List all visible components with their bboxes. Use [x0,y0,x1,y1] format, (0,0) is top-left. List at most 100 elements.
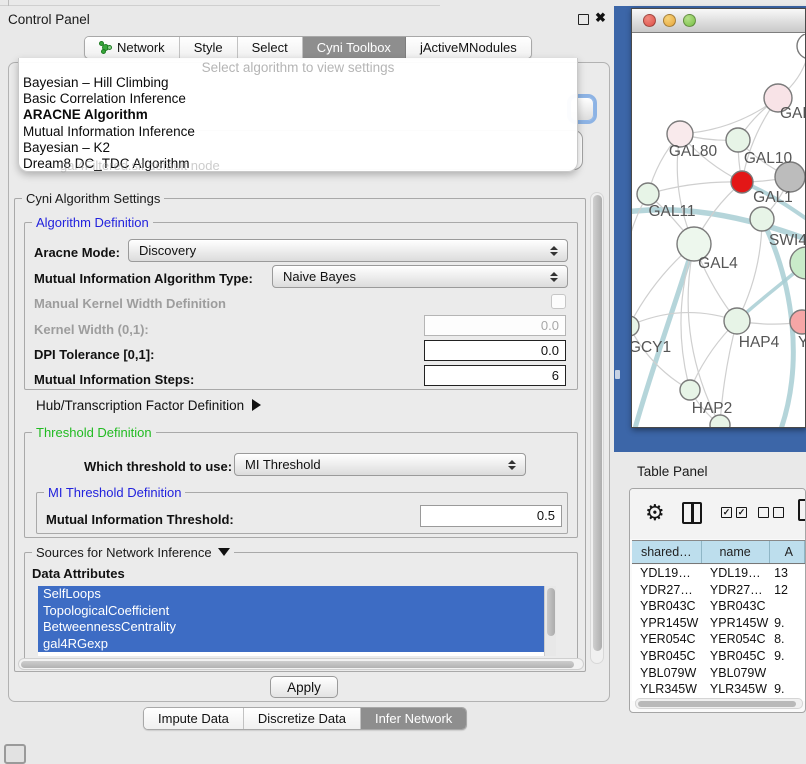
tab-discretize-data[interactable]: Discretize Data [244,708,361,729]
docked-panel-icon[interactable] [4,744,26,764]
data-attribute-item[interactable]: BetweennessCentrality [38,619,556,636]
mi-threshold-input[interactable]: 0.5 [420,505,562,527]
network-node-label: GCY1 [632,339,671,356]
network-graph-canvas[interactable]: GALGAL80GAL10GAL1GAL11SWI4GAL4HAP4YGCY1H… [632,34,806,428]
data-attributes-list[interactable]: SelfLoopsTopologicalCoefficientBetweenne… [38,586,556,656]
network-edge-strong[interactable] [634,244,694,428]
tab-style[interactable]: Style [180,37,238,58]
network-node-label: GAL1 [753,189,793,206]
network-node[interactable] [726,128,750,152]
table-row[interactable]: YBL079WYBL079W [632,665,805,682]
network-window-titlebar[interactable] [632,9,805,33]
column-header[interactable]: shared… [632,541,702,563]
table-cell [770,665,805,682]
network-selector-ghost-text: gal4Filtered.sif default node [60,158,220,173]
network-edge[interactable] [737,219,762,321]
column-header[interactable]: A [770,541,805,563]
aracne-mode-select[interactable]: Discovery [128,239,568,262]
scrollbar-thumb[interactable] [21,661,574,668]
attributes-list-scrollbar[interactable] [544,586,556,656]
algorithm-option[interactable]: Basic Correlation Inference [19,91,577,107]
network-edge[interactable] [632,313,737,326]
table-cell: YBL079W [632,665,702,682]
spinner-arrows-icon [550,240,560,261]
network-node[interactable] [637,183,659,205]
collapse-down-icon [218,548,230,556]
tab-select[interactable]: Select [238,37,303,58]
network-node[interactable] [750,207,774,231]
checked-checkbox-icon[interactable]: ✓ [721,507,732,518]
kernel-width-input[interactable]: 0.0 [424,315,566,336]
checked-checkbox-icon[interactable]: ✓ [736,507,747,518]
which-threshold-select[interactable]: MI Threshold [234,453,526,476]
scrollbar-thumb[interactable] [547,588,555,636]
network-node[interactable] [731,171,753,193]
scrollbar-thumb[interactable] [593,195,602,651]
unchecked-checkbox-icon[interactable] [773,507,784,518]
scrollbar-thumb[interactable] [638,701,796,707]
table-cell: YBR043C [632,598,702,615]
dpi-tolerance-input[interactable]: 0.0 [424,340,566,361]
network-node[interactable] [724,308,750,334]
close-traffic-light-icon[interactable] [643,14,656,27]
gear-icon[interactable]: ⚙ [645,500,665,526]
table-row[interactable]: YBR043CYBR043C [632,598,805,615]
network-edge[interactable] [680,98,778,134]
minimize-traffic-light-icon[interactable] [663,14,676,27]
columns-icon[interactable] [682,502,702,524]
table-cell: YDR27… [702,582,770,599]
network-node[interactable] [632,316,639,336]
tab-jactivemnodules[interactable]: jActiveMNodules [406,37,531,58]
splitter-handle[interactable] [615,370,620,379]
table-cell: 9. [770,648,805,665]
table-row[interactable]: YDR27…YDR27…12 [632,582,805,599]
table-row[interactable]: YPR145WYPR145W9. [632,615,805,632]
table-row[interactable]: YBR045CYBR045C9. [632,648,805,665]
sources-legend[interactable]: Sources for Network Inference [32,545,234,560]
tab-impute-data[interactable]: Impute Data [144,708,244,729]
float-panel-icon[interactable] [578,14,589,25]
hub-definition-expander[interactable]: Hub/Transcription Factor Definition [36,398,261,413]
table-panel-title: Table Panel [637,464,708,479]
settings-horizontal-scrollbar[interactable] [18,658,584,670]
algorithm-option[interactable]: Bayesian – Hill Climbing [19,75,577,91]
table-horizontal-scrollbar[interactable] [635,698,803,709]
network-node[interactable] [797,34,806,59]
table-cell: YDL19… [702,565,770,582]
tab-infer-network[interactable]: Infer Network [361,708,466,729]
table-row[interactable]: YDL19…YDL19…13 [632,565,805,582]
algorithm-option[interactable]: Bayesian – K2 [19,140,577,156]
network-node[interactable] [680,380,700,400]
network-edge[interactable] [681,244,694,390]
tab-cyni-toolbox[interactable]: Cyni Toolbox [303,37,406,58]
column-header[interactable]: name [702,541,770,563]
network-edge[interactable] [648,182,742,194]
mi-threshold-definition-legend: MI Threshold Definition [44,485,185,500]
table-cell: YBR043C [702,598,770,615]
mi-threshold-label: Mutual Information Threshold: [46,512,234,527]
tab-network[interactable]: Network [85,37,180,58]
table-row[interactable]: YLR345WYLR345W9. [632,681,805,698]
algorithm-option[interactable]: ARACNE Algorithm [19,107,577,123]
settings-vertical-scrollbar[interactable] [590,192,604,664]
algorithm-option[interactable]: Mutual Information Inference [19,124,577,140]
data-attribute-item[interactable]: TopologicalCoefficient [38,603,556,620]
data-attributes-label: Data Attributes [32,566,125,581]
data-attribute-item[interactable]: SelfLoops [38,586,556,603]
network-node-label: GAL11 [648,203,695,220]
node-table: shared…nameA YDL19…YDL19…13YDR27…YDR27…1… [632,540,805,712]
close-icon[interactable]: ✖ [595,10,606,26]
table-row[interactable]: YER054CYER054C8. [632,631,805,648]
table-cell: YER054C [632,631,702,648]
zoom-traffic-light-icon[interactable] [683,14,696,27]
mi-steps-input[interactable]: 6 [424,365,566,386]
network-node-label: Y [798,334,806,351]
mi-algorithm-type-select[interactable]: Naive Bayes [272,265,568,288]
document-icon[interactable] [798,499,806,521]
network-view-window[interactable]: GALGAL80GAL10GAL1GAL11SWI4GAL4HAP4YGCY1H… [631,8,806,428]
apply-button[interactable]: Apply [270,676,338,698]
table-cell: YBL079W [702,665,770,682]
manual-kernel-checkbox[interactable] [551,294,566,309]
data-attribute-item[interactable]: gal4RGexp [38,636,556,653]
unchecked-checkbox-icon[interactable] [758,507,769,518]
